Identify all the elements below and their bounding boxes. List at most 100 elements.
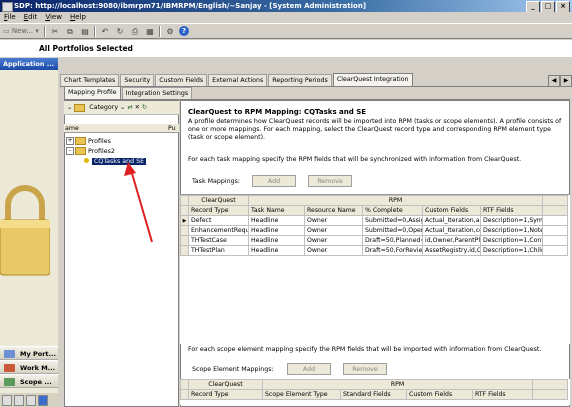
add-task-mapping-button[interactable]: Add bbox=[252, 175, 296, 187]
task-mappings-label: Task Mappings: bbox=[192, 178, 241, 185]
grid-group-header: ClearQuest RPM bbox=[180, 195, 568, 206]
col-percent-complete[interactable]: % Complete bbox=[362, 205, 423, 216]
delete-icon[interactable]: ✕ bbox=[135, 104, 140, 111]
col-custom-fields[interactable]: Custom Fields bbox=[406, 389, 473, 400]
application-header: Application ... bbox=[0, 58, 58, 70]
group-rpm: RPM bbox=[262, 379, 533, 390]
paste-icon[interactable]: ▤ bbox=[79, 26, 91, 37]
col-record-type[interactable]: Record Type bbox=[188, 389, 263, 400]
add-scope-mapping-button[interactable]: Add bbox=[287, 363, 331, 375]
new-button[interactable]: ▭ New... ▾ bbox=[3, 25, 41, 37]
red-arrow-annotation bbox=[124, 162, 153, 243]
nav-work-management[interactable]: Work M... bbox=[0, 360, 58, 374]
shortcut-icon[interactable] bbox=[38, 395, 48, 406]
page-title: All Portfolios Selected bbox=[0, 40, 572, 57]
col-custom-fields[interactable]: Custom Fields bbox=[422, 205, 481, 216]
tab-clearquest-integration[interactable]: ClearQuest Integration bbox=[332, 73, 413, 86]
folder-icon bbox=[75, 147, 86, 155]
refresh-icon[interactable]: ↻ bbox=[142, 104, 147, 111]
group-rpm: RPM bbox=[247, 195, 544, 206]
refresh-icon[interactable]: ↻ bbox=[114, 26, 126, 37]
col-scope-element-type[interactable]: Scope Element Type bbox=[262, 389, 341, 400]
mapping-description: A profile determines how ClearQuest reco… bbox=[188, 118, 562, 141]
tab-security[interactable]: Security bbox=[120, 74, 155, 86]
expand-icon[interactable]: + bbox=[66, 137, 74, 145]
tab-mapping-profile[interactable]: Mapping Profile bbox=[64, 86, 121, 99]
menu-view[interactable]: View bbox=[45, 12, 62, 23]
settings-icon[interactable]: ⚙ bbox=[164, 26, 176, 37]
tree-item[interactable]: - Profiles2 bbox=[66, 147, 115, 156]
table-row[interactable]: EnhancementReque Headline Owner Submitted=… bbox=[180, 225, 568, 236]
menu-file[interactable]: File bbox=[4, 12, 16, 23]
tree-col-name[interactable]: ame bbox=[65, 124, 79, 133]
work-icon bbox=[4, 364, 15, 372]
folder-icon bbox=[75, 137, 86, 145]
profile-icon bbox=[84, 158, 89, 163]
tab-scroll-left-icon[interactable]: ◀ bbox=[548, 75, 560, 87]
category-button[interactable]: Category bbox=[89, 104, 118, 111]
shortcut-icon[interactable] bbox=[26, 395, 36, 406]
shortcut-icon[interactable] bbox=[2, 395, 12, 406]
task-mapping-grid: ClearQuest RPM Record Type Task Name Res… bbox=[180, 194, 570, 344]
shortcut-icon[interactable] bbox=[14, 395, 24, 406]
left-bottom-toolbar bbox=[0, 393, 58, 407]
scope-mappings-label: Scope Element Mappings: bbox=[192, 366, 274, 373]
print-icon[interactable]: ⎙ bbox=[129, 26, 141, 37]
tree-toolbar: ⌄ Category ⌄ ⇄ ✕ ↻ bbox=[64, 101, 179, 115]
menu-bar: File Edit View Help bbox=[0, 12, 572, 23]
close-button[interactable]: × bbox=[556, 1, 570, 12]
scope-mapping-note: For each scope element mapping specify t… bbox=[188, 346, 542, 353]
menu-edit[interactable]: Edit bbox=[24, 12, 38, 23]
clipboard-icon[interactable]: ▦ bbox=[144, 26, 156, 37]
app-icon bbox=[2, 2, 13, 12]
portfolio-icon bbox=[4, 350, 15, 358]
grid-column-header: Record Type Task Name Resource Name % Co… bbox=[180, 205, 568, 216]
nav-scope[interactable]: Scope ... bbox=[0, 374, 58, 388]
minimize-button[interactable]: _ bbox=[526, 1, 540, 12]
move-icon[interactable]: ⇄ bbox=[127, 104, 132, 111]
tree-col-pu[interactable]: Pu bbox=[168, 124, 176, 133]
lock-icon bbox=[0, 185, 50, 276]
col-task-name[interactable]: Task Name bbox=[248, 205, 305, 216]
help-icon[interactable]: ? bbox=[179, 26, 189, 36]
col-rtf-fields[interactable]: RTF Fields bbox=[472, 389, 533, 400]
copy-icon[interactable]: ⧉ bbox=[64, 26, 76, 37]
folder-icon[interactable] bbox=[74, 103, 86, 112]
col-resource-name[interactable]: Resource Name bbox=[304, 205, 363, 216]
tab-integration-settings[interactable]: Integration Settings bbox=[121, 87, 193, 99]
undo-icon[interactable]: ↶ bbox=[99, 26, 111, 37]
remove-task-mapping-button[interactable]: Remove bbox=[308, 175, 352, 187]
remove-scope-mapping-button[interactable]: Remove bbox=[343, 363, 387, 375]
table-row[interactable]: ▶ Defect Headline Owner Submitted=0,Assign… bbox=[180, 215, 568, 226]
maximize-button[interactable]: □ bbox=[541, 1, 555, 12]
collapse-icon[interactable]: - bbox=[66, 147, 74, 155]
tab-external-actions[interactable]: External Actions bbox=[208, 74, 268, 86]
group-clearquest: ClearQuest bbox=[188, 379, 263, 390]
row-selector-icon: ▶ bbox=[180, 215, 189, 226]
tab-scroll-right-icon[interactable]: ▶ bbox=[560, 75, 572, 87]
admin-tabs: Chart Templates Security Custom Fields E… bbox=[60, 73, 572, 87]
tab-chart-templates[interactable]: Chart Templates bbox=[60, 74, 120, 86]
grid-column-header: Record Type Scope Element Type Standard … bbox=[180, 389, 568, 400]
chevron-down-icon[interactable]: ⌄ bbox=[120, 104, 125, 111]
tree-collapse-icon[interactable]: ⌄ bbox=[67, 104, 72, 111]
tab-custom-fields[interactable]: Custom Fields bbox=[155, 74, 208, 86]
col-standard-fields[interactable]: Standard Fields bbox=[340, 389, 407, 400]
tab-reporting-periods[interactable]: Reporting Periods bbox=[268, 74, 332, 86]
cut-icon[interactable]: ✂ bbox=[49, 26, 61, 37]
nav-my-portfolio[interactable]: My Port... bbox=[0, 346, 58, 360]
task-mapping-note: For each task mapping specify the RPM fi… bbox=[188, 156, 522, 163]
scope-mapping-grid: ClearQuest RPM Record Type Scope Element… bbox=[180, 379, 570, 405]
table-row[interactable]: THTestPlan Headline Owner Draft=50,ForRevi… bbox=[180, 245, 568, 256]
col-rtf-fields[interactable]: RTF Fields bbox=[479, 205, 544, 216]
window-title: SDP: http://localhost:9080/ibmrpm71/IBMR… bbox=[14, 2, 367, 10]
window-titlebar: SDP: http://localhost:9080/ibmrpm71/IBMR… bbox=[0, 0, 572, 12]
toolbar: ▭ New... ▾ ✂ ⧉ ▤ ↶ ↻ ⎙ ▦ ⚙ ? bbox=[0, 23, 572, 39]
mapping-heading: ClearQuest to RPM Mapping: CQTasks and S… bbox=[188, 108, 367, 116]
clearquest-subtabs: Mapping Profile Integration Settings bbox=[64, 86, 570, 100]
col-record-type[interactable]: Record Type bbox=[188, 205, 249, 216]
tree-column-headers: ame Pu bbox=[64, 124, 179, 133]
table-row[interactable]: THTestCase Headline Owner Draft=50,Planned… bbox=[180, 235, 568, 246]
tree-item[interactable]: + Profiles bbox=[66, 137, 111, 146]
menu-help[interactable]: Help bbox=[70, 12, 86, 23]
